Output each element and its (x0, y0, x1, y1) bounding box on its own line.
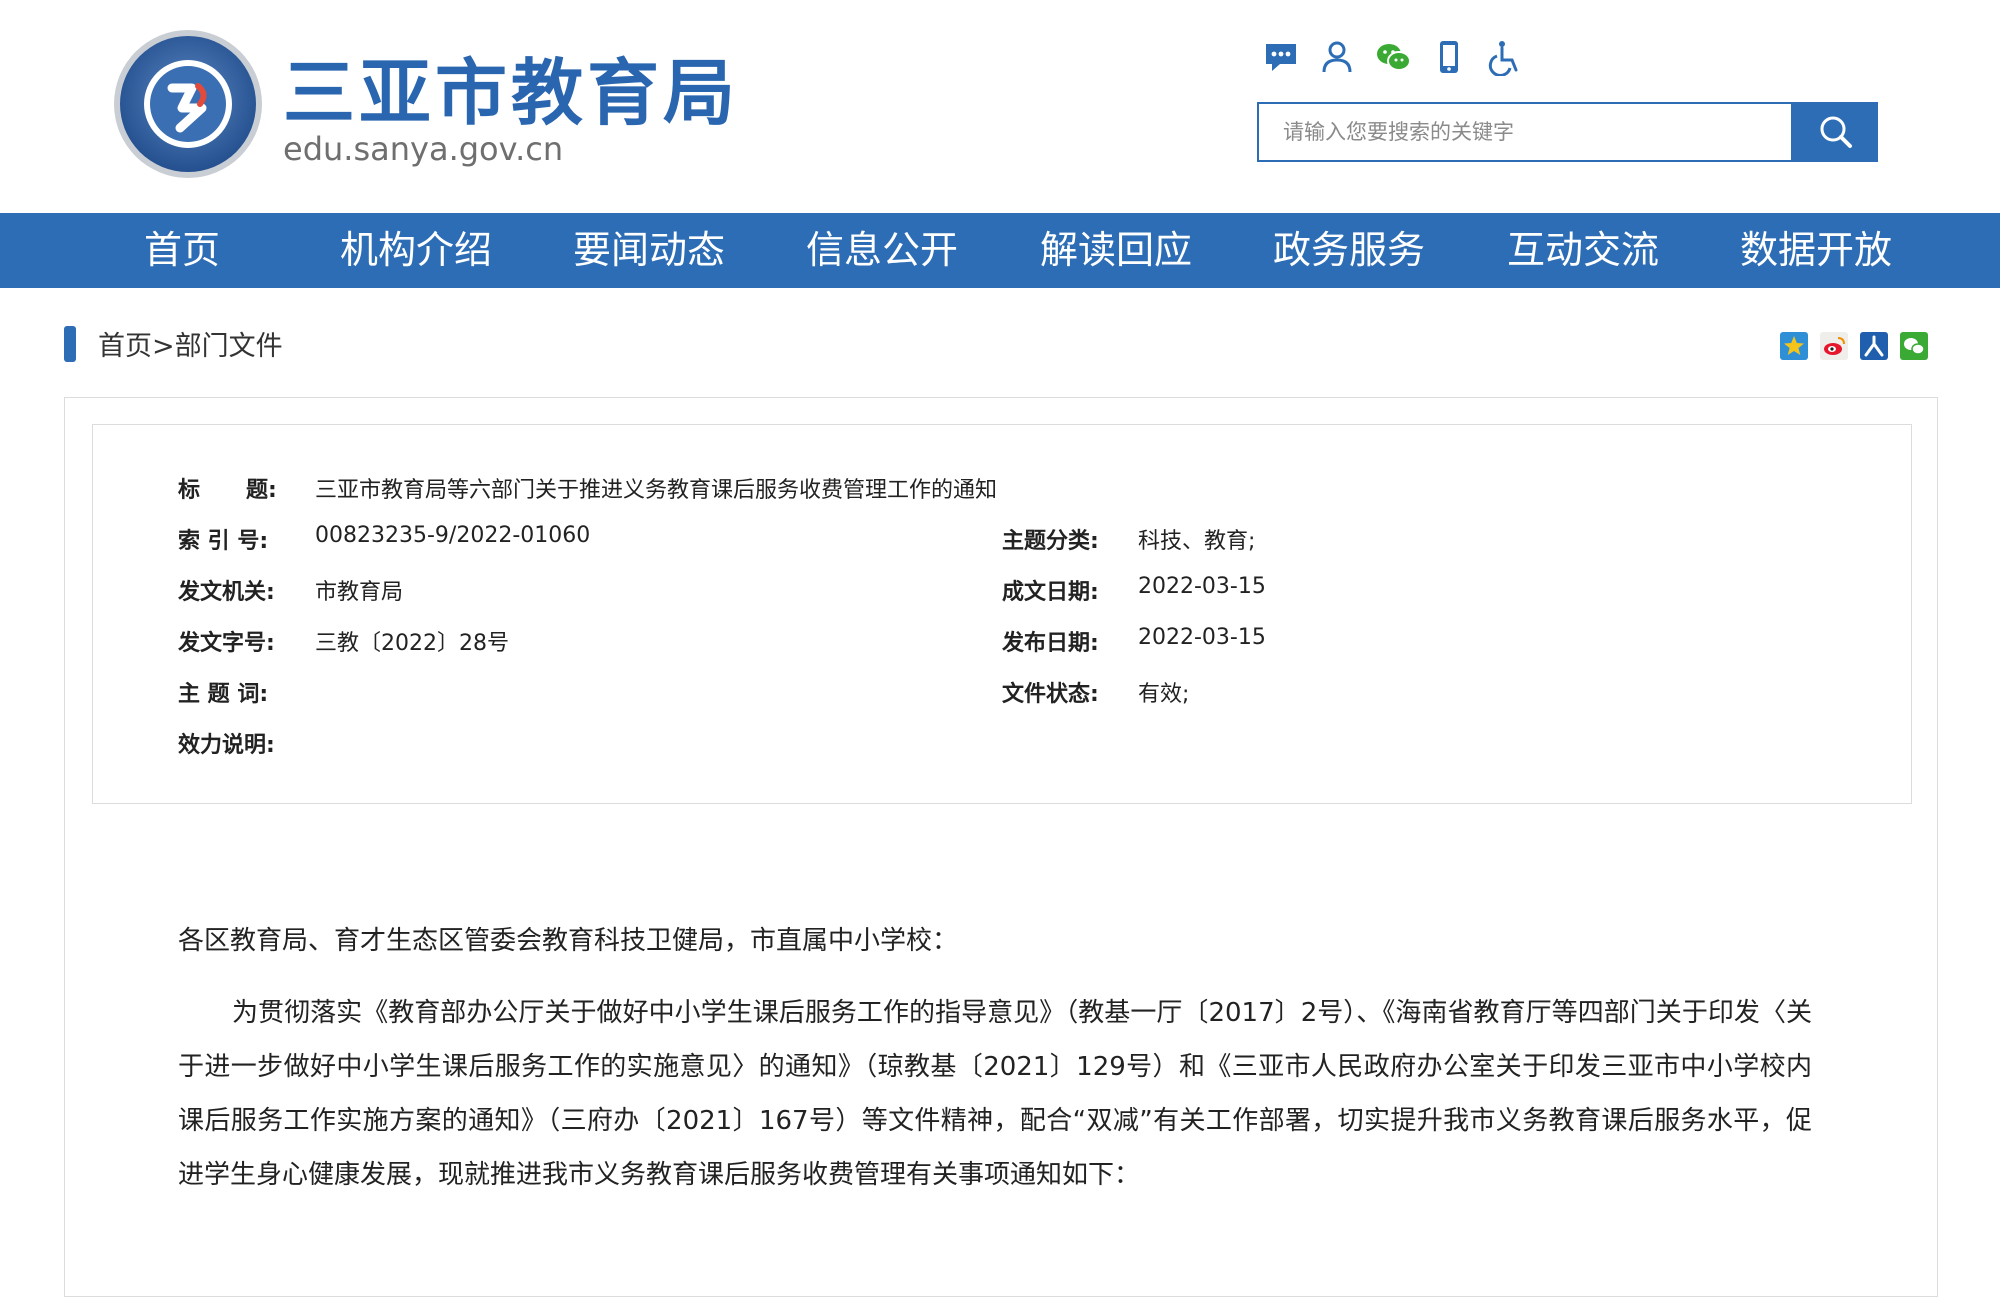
meta-docno-label: 发文字号: (178, 631, 275, 656)
wechat-icon[interactable] (1374, 38, 1412, 76)
breadcrumb-separator: > (152, 331, 175, 362)
weibo-share-icon[interactable] (1820, 332, 1848, 360)
nav-item-open-data[interactable]: 数据开放 (1740, 213, 1892, 288)
share-icons (1780, 332, 1928, 360)
breadcrumb: 首页>部门文件 (98, 324, 283, 363)
meta-created-label: 成文日期: (1002, 580, 1099, 605)
article-paragraph-1: 为贯彻落实《教育部办公厅关于做好中小学生课后服务工作的指导意见》（教基一厅〔20… (178, 998, 1812, 1190)
search-button[interactable] (1793, 102, 1878, 162)
breadcrumb-marker (64, 326, 76, 362)
meta-published-value: 2022-03-15 (1138, 625, 1266, 650)
search-input[interactable] (1259, 104, 1791, 160)
header-tool-icons (1262, 38, 1524, 78)
search-icon (1820, 116, 1852, 148)
site-title[interactable]: 三亚市教育局 (283, 34, 739, 139)
meta-created-value: 2022-03-15 (1138, 574, 1266, 599)
renren-share-icon[interactable] (1860, 332, 1888, 360)
meta-title-label: 标 题: (178, 478, 277, 503)
article-salutation: 各区教育局、育才生态区管委会教育科技卫健局，市直属中小学校： (178, 926, 959, 956)
main-nav: 首页 机构介绍 要闻动态 信息公开 解读回应 政务服务 互动交流 数据开放 (0, 213, 2000, 288)
meta-title-value: 三亚市教育局等六部门关于推进义务教育课后服务收费管理工作的通知 (315, 478, 998, 503)
meta-category-label: 主题分类: (1002, 529, 1099, 554)
search-box (1257, 102, 1793, 162)
meta-docno-value: 三教〔2022〕28号 (315, 631, 509, 656)
nav-item-about[interactable]: 机构介绍 (340, 213, 492, 288)
site-header: 三亚市教育局 edu.sanya.gov.cn (0, 0, 2000, 213)
nav-item-news[interactable]: 要闻动态 (573, 213, 725, 288)
chat-icon[interactable] (1262, 38, 1300, 76)
meta-issuer-label: 发文机关: (178, 580, 275, 605)
meta-validity-label: 效力说明: (178, 733, 275, 758)
meta-status-label: 文件状态: (1002, 682, 1099, 707)
meta-index-label: 索 引 号: (178, 529, 269, 554)
meta-category-value: 科技、教育; (1138, 529, 1256, 554)
nav-item-interpretation[interactable]: 解读回应 (1040, 213, 1192, 288)
meta-status-value: 有效; (1138, 682, 1190, 707)
meta-keywords-label: 主 题 词: (178, 682, 269, 707)
breadcrumb-home[interactable]: 首页 (98, 331, 152, 362)
nav-item-home[interactable]: 首页 (144, 213, 220, 288)
user-icon[interactable] (1318, 38, 1356, 76)
meta-issuer-value: 市教育局 (315, 580, 404, 605)
wechat-share-icon[interactable] (1900, 332, 1928, 360)
meta-index-value: 00823235-9/2022-01060 (315, 523, 591, 548)
meta-published-label: 发布日期: (1002, 631, 1099, 656)
accessibility-icon[interactable] (1486, 38, 1524, 77)
site-domain: edu.sanya.gov.cn (283, 130, 564, 168)
bureau-emblem-logo[interactable] (112, 28, 264, 180)
nav-item-services[interactable]: 政务服务 (1273, 213, 1425, 288)
nav-item-interaction[interactable]: 互动交流 (1507, 213, 1659, 288)
mobile-icon[interactable] (1430, 38, 1468, 76)
qzone-share-icon[interactable] (1780, 332, 1808, 360)
breadcrumb-current[interactable]: 部门文件 (175, 331, 283, 362)
nav-item-disclosure[interactable]: 信息公开 (806, 213, 958, 288)
